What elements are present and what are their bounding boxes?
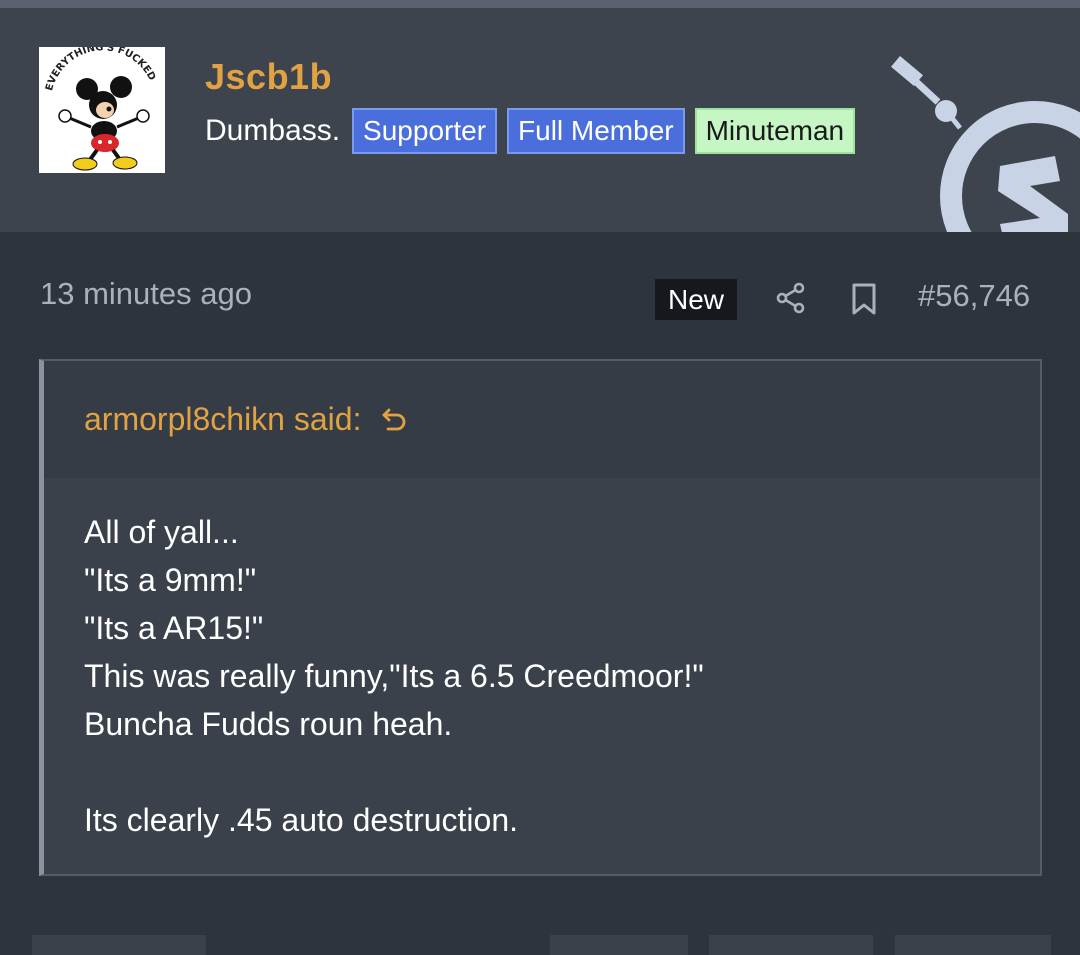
quote-line: Its clearly .45 auto destruction. [84, 802, 518, 838]
quote-author-label: armorpl8chikn said: [84, 401, 362, 437]
top-strip [0, 0, 1080, 8]
quote-block: armorpl8chikn said: All of yall... "Its … [39, 359, 1042, 876]
username-link[interactable]: Jscb1b [205, 56, 332, 98]
jump-to-quote-icon[interactable] [379, 405, 409, 435]
quote-line [84, 748, 1010, 796]
user-avatar[interactable]: EVERYTHING'S FUCKED [39, 47, 165, 173]
bookmark-icon[interactable] [850, 282, 878, 316]
badge-full-member: Full Member [507, 108, 685, 154]
quote-line: All of yall... [84, 514, 239, 550]
new-badge: New [655, 279, 737, 320]
quote-line: This was really funny,"Its a 6.5 Creedmo… [84, 658, 704, 694]
quote-line: "Its a AR15!" [84, 610, 264, 646]
quote-author-link[interactable]: armorpl8chikn said: [84, 401, 409, 438]
user-title: Dumbass. [205, 114, 341, 147]
post-action-button[interactable] [709, 935, 873, 955]
quote-body: All of yall... "Its a 9mm!" "Its a AR15!… [84, 508, 1010, 844]
share-icon[interactable] [775, 282, 807, 314]
post-timestamp[interactable]: 13 minutes ago [40, 276, 252, 312]
badge-supporter: Supporter [352, 108, 498, 154]
quote-header: armorpl8chikn said: [44, 361, 1040, 478]
post-action-button[interactable] [550, 935, 688, 955]
post-action-button[interactable] [32, 935, 206, 955]
badge-minuteman: Minuteman [694, 108, 856, 154]
post-meta-row: 13 minutes ago New #56,746 [0, 232, 1080, 360]
quote-line: Buncha Fudds roun heah. [84, 706, 453, 742]
user-title-row: Dumbass. Supporter Full Member Minuteman [205, 108, 856, 154]
mickey-avatar-image: EVERYTHING'S FUCKED [39, 47, 165, 173]
post-action-button[interactable] [895, 935, 1051, 955]
post-number-link[interactable]: #56,746 [918, 278, 1030, 314]
site-logo-icon [891, 55, 1080, 232]
quote-line: "Its a 9mm!" [84, 562, 257, 598]
post-user-header: EVERYTHING'S FUCKED Jscb1b Dumbass. Supp… [0, 8, 1080, 232]
